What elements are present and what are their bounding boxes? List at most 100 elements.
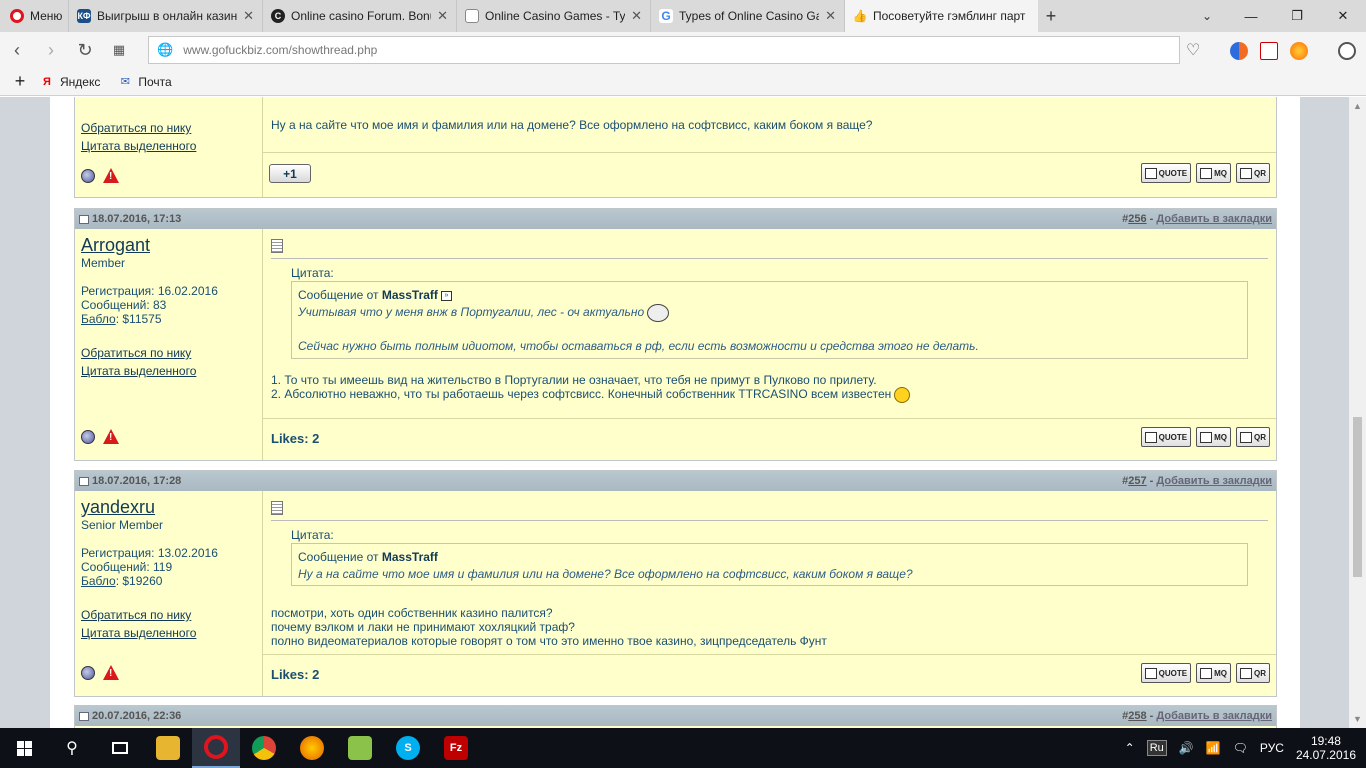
scrollbar-thumb[interactable] bbox=[1353, 417, 1362, 577]
back-button[interactable]: ‹ bbox=[0, 32, 34, 68]
new-tab-button[interactable]: + bbox=[1038, 0, 1064, 32]
reload-button[interactable]: ↻ bbox=[68, 32, 102, 68]
post-status-icon bbox=[79, 711, 89, 721]
quote-author[interactable]: MassTraff bbox=[382, 288, 438, 302]
quote-icon bbox=[1144, 431, 1157, 443]
close-tab-icon[interactable]: ✕ bbox=[243, 8, 254, 24]
quote-selected-link[interactable]: Цитата выделенного bbox=[81, 624, 256, 642]
extension-fire-icon[interactable] bbox=[1290, 42, 1308, 60]
search-icon: ⚲ bbox=[66, 740, 78, 757]
close-window-button[interactable]: ✕ bbox=[1320, 0, 1366, 32]
notepad-icon bbox=[348, 736, 372, 760]
quote-selected-link[interactable]: Цитата выделенного bbox=[81, 137, 196, 155]
add-bookmark-button[interactable]: + bbox=[0, 71, 40, 92]
tab-1[interactable]: КФ Выигрыш в онлайн казино f ✕ bbox=[68, 0, 262, 32]
volume-icon[interactable]: 🔊 bbox=[1179, 741, 1194, 755]
quote-button[interactable]: QUOTE bbox=[1140, 427, 1192, 447]
bablo-link[interactable]: Бабло bbox=[81, 312, 116, 326]
filezilla-icon: Fz bbox=[444, 736, 468, 760]
post-number-link[interactable]: 257 bbox=[1128, 475, 1146, 487]
user-bablo: Бабло: $19260 bbox=[81, 574, 256, 588]
report-warning-icon[interactable] bbox=[103, 168, 119, 183]
opera-menu-button[interactable]: Меню bbox=[0, 0, 68, 32]
post-257: 18.07.2016, 17:28 #257 - Добавить в закл… bbox=[74, 470, 1277, 697]
username-link[interactable]: yandexru bbox=[81, 497, 256, 518]
start-button[interactable] bbox=[0, 728, 48, 768]
chrome-button[interactable] bbox=[240, 728, 288, 768]
tab-list-chevron-icon[interactable]: ⌄ bbox=[1194, 0, 1220, 32]
quote-selected-link[interactable]: Цитата выделенного bbox=[81, 362, 256, 380]
opera-button[interactable] bbox=[192, 728, 240, 768]
language-box[interactable]: Ru bbox=[1146, 740, 1167, 756]
skype-button[interactable]: S bbox=[384, 728, 432, 768]
minimize-button[interactable]: — bbox=[1228, 0, 1274, 32]
add-bookmark-link[interactable]: Добавить в закладки bbox=[1156, 213, 1272, 225]
notification-icon[interactable]: 🗨 bbox=[1233, 741, 1248, 755]
bookmark-mail[interactable]: ✉ Почта bbox=[118, 75, 172, 89]
scroll-down-arrow-icon[interactable]: ▼ bbox=[1353, 714, 1362, 724]
bookmark-heart-icon[interactable]: ♡ bbox=[1186, 40, 1200, 60]
forward-button[interactable]: › bbox=[34, 32, 68, 68]
tab-4[interactable]: G Types of Online Casino Game ✕ bbox=[650, 0, 844, 32]
network-icon[interactable]: 📶 bbox=[1206, 741, 1221, 755]
post-date-text: 18.07.2016, 17:28 bbox=[92, 475, 182, 487]
folder-icon bbox=[156, 736, 180, 760]
speed-dial-grid-icon[interactable]: ▦ bbox=[102, 32, 136, 68]
post-number-link[interactable]: 258 bbox=[1128, 710, 1146, 722]
multiquote-button[interactable]: MQ bbox=[1196, 663, 1231, 683]
scroll-up-arrow-icon[interactable]: ▲ bbox=[1353, 101, 1362, 111]
show-hidden-icons-chevron-icon[interactable]: ⌃ bbox=[1125, 741, 1135, 755]
reply-to-nick-link[interactable]: Обратиться по нику bbox=[81, 606, 256, 624]
quick-reply-button[interactable]: QR bbox=[1236, 427, 1270, 447]
search-button[interactable]: ⚲ bbox=[48, 728, 96, 768]
filezilla-button[interactable]: Fz bbox=[432, 728, 480, 768]
multiquote-button[interactable]: MQ bbox=[1196, 427, 1231, 447]
tab-3[interactable]: Online Casino Games - Types ✕ bbox=[456, 0, 650, 32]
username-link[interactable]: Arrogant bbox=[81, 235, 256, 256]
tab-title: Посоветуйте гэмблинг парт bbox=[873, 9, 1026, 23]
reply-to-nick-link[interactable]: Обратиться по нику bbox=[81, 344, 256, 362]
tab-favicon-icon: КФ bbox=[77, 9, 91, 23]
post-body-line-2: 2. Абсолютно неважно, что ты работаешь ч… bbox=[271, 387, 892, 402]
maximize-button[interactable]: ❐ bbox=[1274, 0, 1320, 32]
quick-reply-button[interactable]: QR bbox=[1236, 163, 1270, 183]
file-explorer-button[interactable] bbox=[144, 728, 192, 768]
close-tab-icon[interactable]: ✕ bbox=[631, 8, 642, 24]
quote-author[interactable]: MassTraff bbox=[382, 550, 438, 564]
view-post-icon[interactable]: » bbox=[440, 290, 452, 301]
close-tab-icon[interactable]: ✕ bbox=[825, 8, 836, 24]
tab-2[interactable]: C Online casino Forum. Bonuse ✕ bbox=[262, 0, 456, 32]
download-icon[interactable] bbox=[1338, 42, 1356, 60]
report-warning-icon[interactable] bbox=[103, 665, 119, 680]
multiquote-button-label: MQ bbox=[1214, 668, 1227, 678]
add-bookmark-link[interactable]: Добавить в закладки bbox=[1156, 475, 1272, 487]
window-controls: — ❐ ✕ bbox=[1228, 0, 1366, 32]
quote-button[interactable]: QUOTE bbox=[1140, 163, 1192, 183]
extension-pdf-icon[interactable] bbox=[1260, 42, 1278, 60]
quick-reply-button[interactable]: QR bbox=[1236, 663, 1270, 683]
plus-one-button[interactable]: +1 bbox=[269, 164, 311, 183]
quote-button[interactable]: QUOTE bbox=[1140, 663, 1192, 683]
task-view-button[interactable] bbox=[96, 728, 144, 768]
firefox-button[interactable] bbox=[288, 728, 336, 768]
yandex-icon: Я bbox=[43, 75, 51, 88]
notepad-button[interactable] bbox=[336, 728, 384, 768]
post-action-buttons: QUOTE MQ QR bbox=[1140, 163, 1270, 183]
input-language[interactable]: РУС bbox=[1260, 741, 1284, 755]
close-tab-icon[interactable]: ✕ bbox=[437, 8, 448, 24]
bablo-link[interactable]: Бабло bbox=[81, 574, 116, 588]
extension-icon[interactable] bbox=[1230, 42, 1248, 60]
tab-5-active[interactable]: 👍 Посоветуйте гэмблинг парт bbox=[844, 0, 1038, 32]
bookmark-yandex[interactable]: Я Яндекс bbox=[40, 75, 100, 89]
quote-label: Цитата: bbox=[291, 266, 334, 280]
page-scrollbar[interactable]: ▲ ▼ bbox=[1349, 97, 1366, 728]
add-bookmark-link[interactable]: Добавить в закладки bbox=[1156, 710, 1272, 722]
user-registration: Регистрация: 16.02.2016 bbox=[81, 284, 218, 298]
address-bar[interactable]: 🌐 www.gofuckbiz.com/showthread.php bbox=[148, 36, 1180, 64]
clock[interactable]: 19:48 24.07.2016 bbox=[1296, 734, 1356, 762]
report-warning-icon[interactable] bbox=[103, 429, 119, 444]
google-favicon-icon: G bbox=[659, 9, 673, 23]
post-number-link[interactable]: 256 bbox=[1128, 213, 1146, 225]
multiquote-button[interactable]: MQ bbox=[1196, 163, 1231, 183]
reply-to-nick-link[interactable]: Обратиться по нику bbox=[81, 119, 191, 137]
